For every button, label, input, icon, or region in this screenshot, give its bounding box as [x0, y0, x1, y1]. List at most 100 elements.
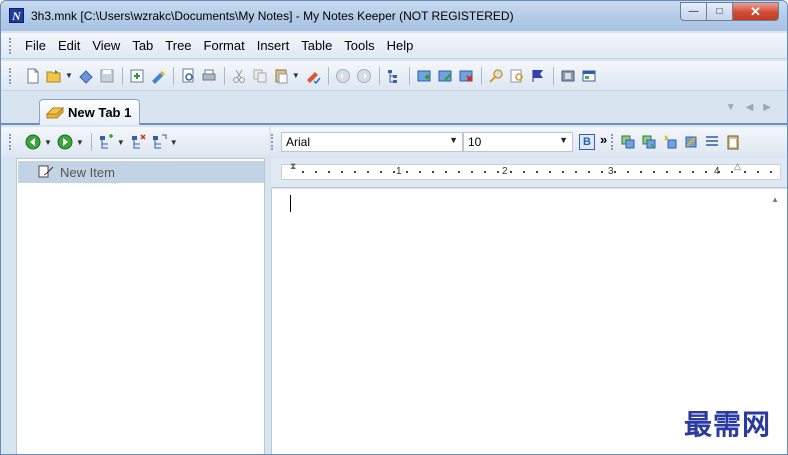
back-icon[interactable]: [23, 132, 43, 152]
tree-properties-icon[interactable]: [149, 132, 169, 152]
copy-icon[interactable]: [250, 66, 270, 86]
attachment-toolbar-grip-handle[interactable]: [611, 134, 614, 150]
tree-view-icon[interactable]: [384, 66, 404, 86]
main-toolbar: ▼ ▼: [1, 61, 787, 91]
ruler-mark-3: 3: [608, 166, 614, 177]
add-tree-dropdown-arrow-icon[interactable]: ▼: [117, 138, 125, 147]
import-icon[interactable]: [127, 66, 147, 86]
app-icon[interactable]: N: [9, 8, 24, 23]
tab-scroll-right-icon[interactable]: ▶: [763, 102, 771, 113]
highlight-icon[interactable]: [148, 66, 168, 86]
forward-icon[interactable]: [55, 132, 75, 152]
tree-pane[interactable]: New Item: [16, 158, 265, 454]
toolbar-separator: [172, 66, 174, 85]
menu-table[interactable]: Table: [295, 35, 338, 56]
toolbar-separator: [552, 66, 554, 85]
close-button[interactable]: ✕: [733, 2, 779, 21]
open-folder-icon[interactable]: [44, 66, 64, 86]
ruler-tick: [601, 171, 603, 173]
ruler-tick: [562, 171, 564, 173]
ruler-tick: [744, 171, 746, 173]
ruler-tick: [302, 171, 304, 173]
add-tree-item-icon[interactable]: [96, 132, 116, 152]
ruler-tick: [497, 171, 499, 173]
menu-format[interactable]: Format: [198, 35, 251, 56]
cut-icon[interactable]: [229, 66, 249, 86]
edit-attachment-icon[interactable]: [681, 132, 701, 152]
tab-strip: New Tab 1 ▼ ◀ ▶: [1, 92, 787, 125]
toolbar-overflow-chevron-icon[interactable]: »: [600, 132, 607, 147]
ruler-tick: [770, 171, 772, 173]
print-icon[interactable]: [199, 66, 219, 86]
tree-properties-dropdown-arrow-icon[interactable]: ▼: [170, 138, 178, 147]
window-icon[interactable]: [579, 66, 599, 86]
left-indent-marker-icon[interactable]: ⧗: [290, 161, 296, 172]
ruler-tick: [445, 171, 447, 173]
menu-tab[interactable]: Tab: [126, 35, 159, 56]
find-replace-icon[interactable]: [507, 66, 527, 86]
tree-item-new-item[interactable]: New Item: [18, 161, 264, 183]
save-icon[interactable]: [97, 66, 117, 86]
menu-insert[interactable]: Insert: [251, 35, 296, 56]
add-note-icon[interactable]: [414, 66, 434, 86]
ruler-tick: [679, 171, 681, 173]
find-icon[interactable]: [486, 66, 506, 86]
attach-file-icon[interactable]: [618, 132, 638, 152]
clipboard-icon[interactable]: [723, 132, 743, 152]
print-preview-icon[interactable]: [178, 66, 198, 86]
undo-icon[interactable]: [333, 66, 353, 86]
open-dropdown-arrow-icon[interactable]: ▼: [65, 71, 73, 80]
delete-tree-item-icon[interactable]: [128, 132, 148, 152]
ruler[interactable]: ⧗ 1 2 3 4 △: [271, 158, 787, 188]
toolbar-grip-handle[interactable]: [9, 67, 12, 84]
redo-icon[interactable]: [354, 66, 374, 86]
paste-dropdown-arrow-icon[interactable]: ▼: [292, 71, 300, 80]
right-indent-marker-icon[interactable]: △: [734, 161, 741, 172]
text-caret: [290, 195, 291, 212]
maximize-button[interactable]: □: [707, 2, 733, 21]
scroll-up-arrow-icon[interactable]: ▲: [771, 195, 779, 204]
bold-button[interactable]: B: [577, 132, 597, 152]
tree-toolbar-grip-handle[interactable]: [9, 134, 12, 150]
menu-tools[interactable]: Tools: [338, 35, 380, 56]
menu-edit[interactable]: Edit: [52, 35, 86, 56]
tab-list-dropdown-icon[interactable]: ▼: [726, 102, 736, 113]
new-document-icon[interactable]: [23, 66, 43, 86]
list-icon[interactable]: [702, 132, 722, 152]
menu-view[interactable]: View: [86, 35, 126, 56]
title-bar[interactable]: N 3h3.mnk [C:\Users\wzrakc\Documents\My …: [1, 1, 787, 31]
spell-check-icon[interactable]: [303, 66, 323, 86]
font-family-select[interactable]: Arial ▼: [281, 132, 463, 152]
menu-bar: File Edit View Tab Tree Format Insert Ta…: [1, 33, 787, 59]
ruler-tick: [328, 171, 330, 173]
menubar-grip-handle[interactable]: [9, 37, 12, 54]
format-toolbar-grip-handle[interactable]: [271, 134, 274, 150]
minimize-button[interactable]: —: [680, 2, 707, 21]
ruler-tick: [341, 171, 343, 173]
delete-note-icon[interactable]: [456, 66, 476, 86]
font-size-select[interactable]: 10 ▼: [463, 132, 573, 152]
paste-icon[interactable]: [271, 66, 291, 86]
ruler-tick: [471, 171, 473, 173]
edit-note-icon[interactable]: [435, 66, 455, 86]
menu-tree[interactable]: Tree: [159, 35, 197, 56]
back-dropdown-arrow-icon[interactable]: ▼: [44, 138, 52, 147]
tab-scroll-left-icon[interactable]: ◀: [746, 102, 754, 113]
attach-link-icon[interactable]: [639, 132, 659, 152]
tab-new-tab-1[interactable]: New Tab 1: [39, 99, 140, 125]
forward-dropdown-arrow-icon[interactable]: ▼: [76, 138, 84, 147]
flag-icon[interactable]: [528, 66, 548, 86]
ruler-tick: [354, 171, 356, 173]
new-attachment-icon[interactable]: [660, 132, 680, 152]
ruler-tick: [640, 171, 642, 173]
bold-icon: B: [579, 134, 595, 150]
ruler-tick: [315, 171, 317, 173]
menu-file[interactable]: File: [19, 35, 52, 56]
font-family-dropdown-icon[interactable]: ▼: [449, 135, 458, 145]
bookmark-icon[interactable]: [76, 66, 96, 86]
ruler-tick: [510, 171, 512, 173]
menu-help[interactable]: Help: [381, 35, 420, 56]
font-size-dropdown-icon[interactable]: ▼: [559, 135, 568, 145]
ruler-tick: [718, 171, 720, 173]
database-icon[interactable]: [558, 66, 578, 86]
